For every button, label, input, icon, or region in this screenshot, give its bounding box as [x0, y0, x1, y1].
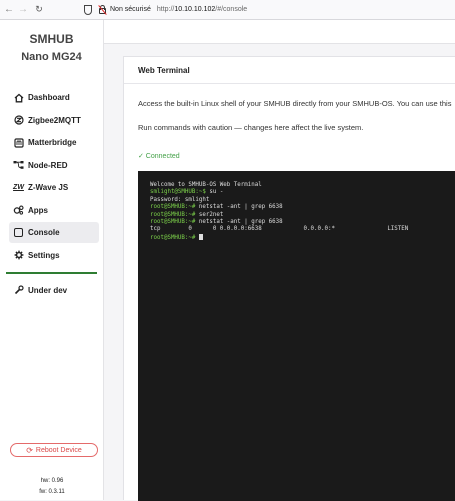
- back-arrow-icon[interactable]: ←: [2, 3, 16, 17]
- sidebar-item-label: Zigbee2MQTT: [28, 115, 81, 125]
- sidebar-item-label: Matterbridge: [28, 138, 77, 147]
- terminal-line: smlight@SMHUB:~$ su -: [150, 189, 444, 196]
- sidebar-nav: Dashboard Zigbee2MQTT Matterbridge Node-…: [0, 87, 103, 266]
- card-title: Web Terminal: [124, 57, 455, 84]
- terminal-prompt: root@SMHUB:~#: [150, 234, 199, 241]
- terminal-text: Password:: [150, 196, 185, 203]
- gear-icon: [13, 250, 24, 261]
- sidebar-item-label: Under dev: [28, 285, 68, 295]
- connection-status: ✓ Connected: [138, 153, 180, 160]
- reboot-label: Reboot Device: [35, 446, 82, 454]
- console-card: Web Terminal Access the built-in Linux s…: [123, 56, 455, 501]
- terminal-text: tcp 0 0 0.0.0.0:6638 0.0.0.0:* LISTEN: [150, 226, 409, 233]
- terminal-text: Welcome to SMHUB-OS Web Terminal: [150, 182, 262, 188]
- sidebar: SMHUB Nano MG24 Dashboard Zigbee2MQTT Ma…: [0, 20, 104, 500]
- sidebar-item-dashboard[interactable]: Dashboard: [9, 87, 99, 108]
- hw-version: hw: 0.96: [40, 478, 64, 484]
- matterbridge-icon: [13, 137, 24, 148]
- terminal-line: Welcome to SMHUB-OS Web Terminal: [150, 182, 444, 189]
- sidebar-item-label: Dashboard: [28, 93, 70, 102]
- wrench-icon: [13, 285, 24, 296]
- sidebar-item-label: Node-RED: [28, 160, 68, 170]
- sidebar-item-label: Console: [28, 228, 60, 237]
- reboot-device-button[interactable]: ⟳ Reboot Device: [10, 443, 98, 457]
- terminal-cursor: [198, 233, 203, 240]
- address-bar[interactable]: Non sécurisé http://10.10.10.102/#/conso…: [84, 2, 247, 18]
- sidebar-item-node-red[interactable]: Node-RED: [9, 155, 99, 176]
- sidebar-item-settings[interactable]: Settings: [9, 245, 99, 266]
- terminal-text: ser2net: [198, 211, 224, 218]
- brand: SMHUB Nano MG24: [0, 32, 103, 65]
- sidebar-item-label: Apps: [28, 205, 48, 215]
- brand-title: SMHUB: [29, 32, 74, 46]
- terminal-line: tcp 0 0 0.0.0.0:6638 0.0.0.0:* LISTEN: [150, 226, 444, 233]
- zigbee-icon: [13, 115, 24, 126]
- sidebar-item-zigbee2mqtt[interactable]: Zigbee2MQTT: [9, 110, 99, 131]
- insecure-lock-icon[interactable]: [98, 5, 107, 15]
- zwave-icon: ZW: [13, 184, 24, 191]
- terminal-text: netstat -ant | grep 6638: [198, 204, 283, 211]
- terminal-window[interactable]: Welcome to SMHUB-OS Web Terminal smlight@…: [138, 171, 455, 501]
- reboot-icon: ⟳: [26, 445, 33, 455]
- url-text[interactable]: http://10.10.10.102/#/console: [157, 6, 247, 13]
- sidebar-item-zwave-js[interactable]: ZW Z-Wave JS: [9, 177, 99, 198]
- fw-version: fw: 0.3.11: [39, 489, 65, 495]
- terminal-line: root@SMHUB:~# netstat -ant | grep 6638: [150, 219, 444, 226]
- console-description: Access the built-in Linux shell of your …: [138, 99, 452, 108]
- terminal-text: netstat -ant | grep 6638: [198, 218, 283, 225]
- sidebar-item-apps[interactable]: Apps: [9, 200, 99, 221]
- brand-model: Nano MG24: [21, 51, 82, 63]
- node-red-icon: [13, 160, 24, 171]
- main-top-bar: [104, 20, 455, 44]
- reload-icon[interactable]: ↻: [32, 3, 46, 17]
- terminal-line: root@SMHUB:~#: [150, 233, 444, 241]
- terminal-line: root@SMHUB:~# netstat -ant | grep 6638: [150, 204, 444, 211]
- terminal-line: root@SMHUB:~# ser2net: [150, 212, 444, 219]
- terminal-prompt: smlight@SMHUB:~$: [150, 189, 210, 196]
- sidebar-item-label: Z-Wave JS: [28, 183, 69, 192]
- terminal-prompt: root@SMHUB:~#: [150, 211, 199, 218]
- sidebar-item-console[interactable]: Console: [9, 222, 99, 243]
- terminal-text: smlight: [184, 196, 210, 203]
- sidebar-item-label: Settings: [28, 250, 60, 260]
- terminal-prompt: root@SMHUB:~#: [150, 218, 199, 225]
- shield-icon[interactable]: [84, 4, 92, 15]
- sidebar-item-under-dev[interactable]: Under dev: [9, 280, 99, 301]
- forward-arrow-icon[interactable]: →: [16, 3, 30, 17]
- sidebar-item-matterbridge[interactable]: Matterbridge: [9, 132, 99, 153]
- sidebar-divider: [6, 271, 97, 274]
- console-icon: [13, 227, 24, 238]
- console-warning: Run commands with caution — changes here…: [138, 123, 364, 132]
- terminal-line: Password: smlight: [150, 197, 444, 204]
- terminal-text: su -: [209, 189, 224, 196]
- terminal-prompt: root@SMHUB:~#: [150, 204, 199, 211]
- security-label: Non sécurisé: [110, 6, 151, 13]
- browser-toolbar: ← → ↻ Non sécurisé http://10.10.10.102/#…: [0, 0, 455, 20]
- home-icon: [13, 92, 24, 103]
- apps-icon: [13, 205, 24, 216]
